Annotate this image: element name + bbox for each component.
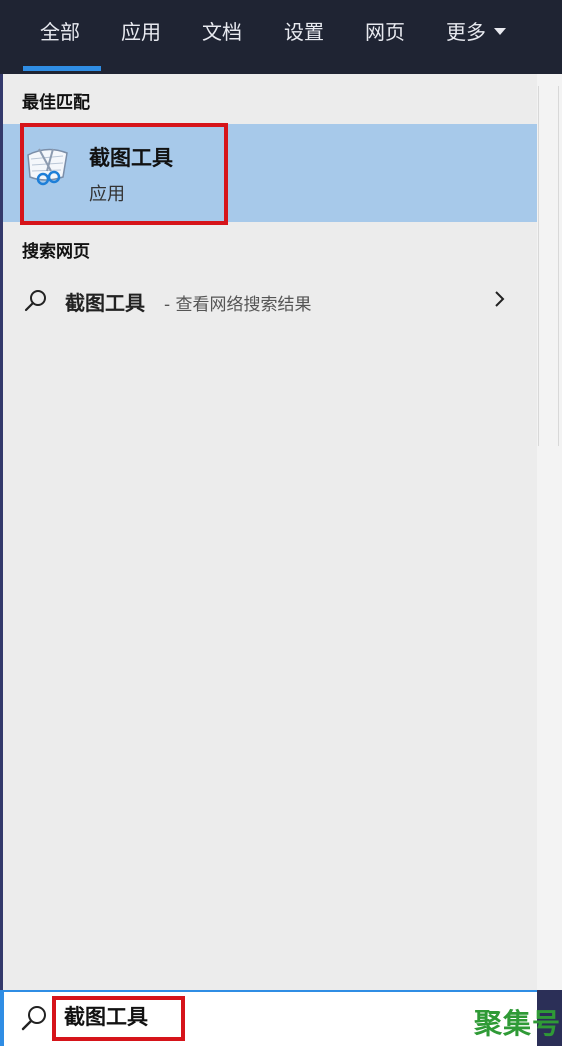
chevron-down-icon bbox=[494, 28, 506, 35]
tab-apps[interactable]: 应用 bbox=[121, 14, 161, 50]
tab-web[interactable]: 网页 bbox=[365, 14, 405, 50]
search-icon bbox=[21, 1006, 46, 1031]
tab-all[interactable]: 全部 bbox=[40, 14, 80, 50]
web-search-result[interactable]: 截图工具 - 查看网络搜索结果 bbox=[3, 274, 537, 328]
search-icon bbox=[24, 290, 46, 312]
search-box-focus-edge bbox=[0, 990, 4, 1046]
web-search-description: - 查看网络搜索结果 bbox=[164, 295, 312, 315]
annotation-input-box bbox=[52, 996, 185, 1041]
annotation-highlight-box bbox=[20, 123, 228, 225]
watermark: 聚集号 bbox=[474, 1007, 562, 1040]
tab-settings[interactable]: 设置 bbox=[284, 14, 324, 50]
tab-documents[interactable]: 文档 bbox=[202, 14, 242, 50]
search-results-panel: 最佳匹配 截图工具 应用 搜索网页 截图工具 - 查看网络搜索结果 bbox=[3, 74, 537, 990]
tab-more[interactable]: 更多 bbox=[446, 14, 506, 50]
tab-more-label: 更多 bbox=[446, 20, 486, 44]
active-tab-indicator bbox=[23, 66, 101, 71]
search-filter-tabbar: 全部 应用 文档 设置 网页 更多 bbox=[0, 0, 562, 74]
web-search-query: 截图工具 bbox=[65, 291, 145, 315]
web-search-heading: 搜索网页 bbox=[22, 242, 90, 262]
chevron-right-icon[interactable] bbox=[492, 288, 508, 310]
preview-pane-edge bbox=[537, 74, 562, 990]
best-match-heading: 最佳匹配 bbox=[22, 93, 90, 113]
